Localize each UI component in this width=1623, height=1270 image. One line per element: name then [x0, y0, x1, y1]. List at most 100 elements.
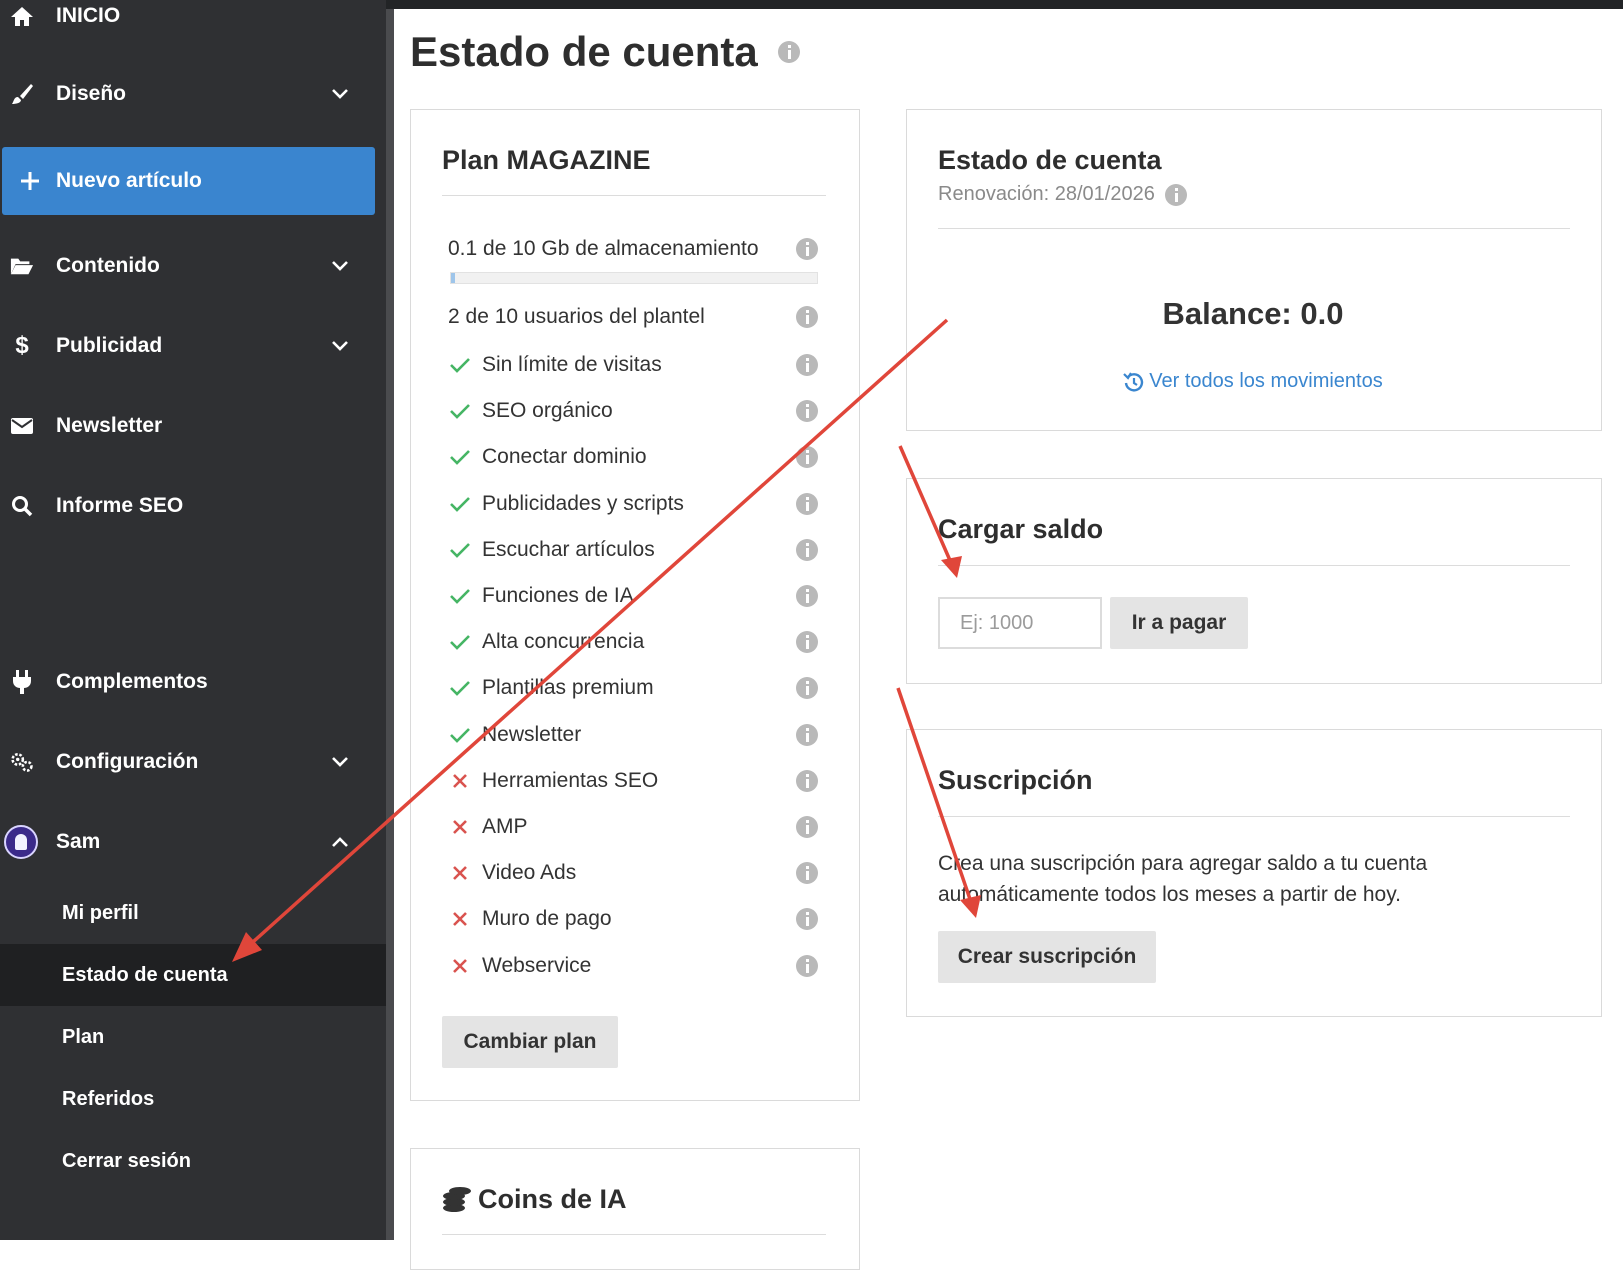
feature-label: Newsletter: [482, 722, 582, 746]
check-icon: [448, 356, 472, 374]
chevron-up-icon: [332, 837, 348, 847]
sidebar-subitem-cerrar-sesion[interactable]: Cerrar sesión: [0, 1130, 386, 1192]
feature-label: Webservice: [482, 953, 592, 977]
info-icon[interactable]: [796, 492, 818, 515]
sidebar-scrollbar[interactable]: [386, 9, 394, 1240]
create-subscription-button[interactable]: Crear suscripción: [938, 931, 1156, 983]
subscription-text-line: automáticamente todos los meses a partir…: [938, 883, 1402, 906]
coins-title: Coins de IA: [478, 1184, 627, 1214]
info-icon[interactable]: [796, 723, 818, 746]
plug-icon: [10, 670, 34, 694]
sidebar-item-configuracion[interactable]: Configuración: [0, 734, 386, 790]
dollar-icon: $: [15, 332, 29, 359]
renewal-row: Renovación: 28/01/2026: [938, 183, 1187, 206]
chevron-down-icon: [332, 757, 348, 767]
sidebar-item-label: Sam: [56, 830, 101, 853]
chevron-down-icon: [332, 89, 348, 99]
cross-icon: [448, 957, 472, 975]
balance-text: Balance: 0.0: [1162, 296, 1344, 331]
coins-title-row: Coins de IA: [442, 1184, 627, 1215]
feature-label: Sin límite de visitas: [482, 353, 662, 376]
search-icon: [10, 494, 34, 518]
feature-row: Sin límite de visitas: [448, 350, 818, 380]
movements-link[interactable]: Ver todos los movimientos: [1149, 370, 1382, 393]
sidebar-item-user[interactable]: Sam: [0, 814, 386, 870]
page-title-text: Estado de cuenta: [410, 28, 758, 75]
amount-input[interactable]: Ej: 1000: [938, 597, 1102, 649]
sidebar-item-label: Contenido: [56, 254, 160, 277]
feature-row: Funciones de IA: [448, 581, 818, 611]
storage-progress-bar: [450, 272, 818, 284]
info-icon[interactable]: [796, 446, 818, 469]
subscription-description: Crea una suscripción para agregar saldo …: [938, 848, 1427, 910]
history-icon: [1123, 371, 1144, 392]
sidebar-subitem-referidos[interactable]: Referidos: [0, 1068, 386, 1130]
info-icon[interactable]: [796, 306, 818, 328]
load-balance-title: Cargar saldo: [938, 514, 1104, 544]
avatar: [4, 825, 38, 859]
check-icon: [448, 587, 472, 605]
sidebar-item-newsletter[interactable]: Newsletter: [0, 398, 386, 454]
sidebar: INICIO Diseño Nuevo artículo Contenido $…: [0, 0, 386, 1240]
feature-label: Herramientas SEO: [482, 768, 659, 792]
check-icon: [448, 726, 472, 744]
subitem-label: Referidos: [62, 1087, 155, 1110]
divider: [938, 228, 1570, 229]
sidebar-item-informe-seo[interactable]: Informe SEO: [0, 478, 386, 534]
feature-row: Alta concurrencia: [448, 627, 818, 657]
check-icon: [448, 679, 472, 697]
info-icon[interactable]: [796, 538, 818, 561]
new-article-button[interactable]: Nuevo artículo: [2, 147, 375, 215]
info-icon[interactable]: [796, 677, 818, 700]
sidebar-item-contenido[interactable]: Contenido: [0, 238, 386, 294]
subitem-label: Plan: [62, 1025, 105, 1048]
info-icon[interactable]: [796, 816, 818, 838]
info-icon[interactable]: [796, 354, 818, 376]
change-plan-button[interactable]: Cambiar plan: [442, 1016, 618, 1068]
chevron-down-icon: [332, 341, 348, 351]
info-icon[interactable]: [796, 400, 818, 423]
sidebar-item-publicidad[interactable]: $ Publicidad: [0, 318, 386, 374]
feature-label: Publicidades y scripts: [482, 491, 684, 515]
info-icon[interactable]: [796, 631, 818, 654]
info-icon[interactable]: [796, 862, 818, 885]
feature-label: Muro de pago: [482, 907, 612, 931]
feature-row: Webservice: [448, 951, 818, 981]
load-balance-card: [906, 478, 1602, 684]
info-icon[interactable]: [796, 908, 818, 931]
divider: [938, 816, 1570, 817]
folder-icon: [10, 254, 34, 278]
check-icon: [448, 495, 472, 513]
pay-button[interactable]: Ir a pagar: [1110, 597, 1248, 649]
feature-label: Video Ads: [482, 861, 577, 885]
plan-title: Plan MAGAZINE: [442, 145, 651, 175]
sidebar-item-label: Diseño: [56, 82, 127, 105]
feature-row: Publicidades y scripts: [448, 489, 818, 519]
sidebar-subitem-estado-de-cuenta[interactable]: Estado de cuenta: [0, 944, 386, 1006]
info-icon[interactable]: [796, 954, 818, 977]
cross-icon: [448, 910, 472, 928]
info-icon[interactable]: [796, 238, 818, 260]
info-icon[interactable]: [777, 41, 800, 63]
info-icon[interactable]: [1164, 183, 1187, 206]
storage-progress-fill: [451, 273, 455, 283]
sidebar-item-complementos[interactable]: Complementos: [0, 654, 386, 710]
sidebar-subitem-mi-perfil[interactable]: Mi perfil: [0, 882, 386, 944]
sidebar-item-label: Configuración: [56, 750, 199, 773]
sidebar-item-diseno[interactable]: Diseño: [0, 66, 386, 122]
sidebar-item-label: Newsletter: [56, 414, 163, 437]
check-icon: [448, 402, 472, 420]
sidebar-item-inicio[interactable]: INICIO: [0, 0, 386, 44]
sidebar-subitem-plan[interactable]: Plan: [0, 1006, 386, 1068]
feature-row: Herramientas SEO: [448, 766, 818, 796]
cross-icon: [448, 772, 472, 790]
brush-icon: [10, 82, 34, 106]
feature-row: AMP: [448, 812, 818, 842]
home-icon: [10, 4, 34, 28]
chevron-down-icon: [332, 261, 348, 271]
subitem-label: Cerrar sesión: [62, 1149, 191, 1172]
info-icon[interactable]: [796, 769, 818, 792]
users-label: 2 de 10 usuarios del plantel: [448, 305, 705, 328]
subscription-text-line: Crea una suscripción para agregar saldo …: [938, 852, 1428, 875]
info-icon[interactable]: [796, 585, 818, 607]
